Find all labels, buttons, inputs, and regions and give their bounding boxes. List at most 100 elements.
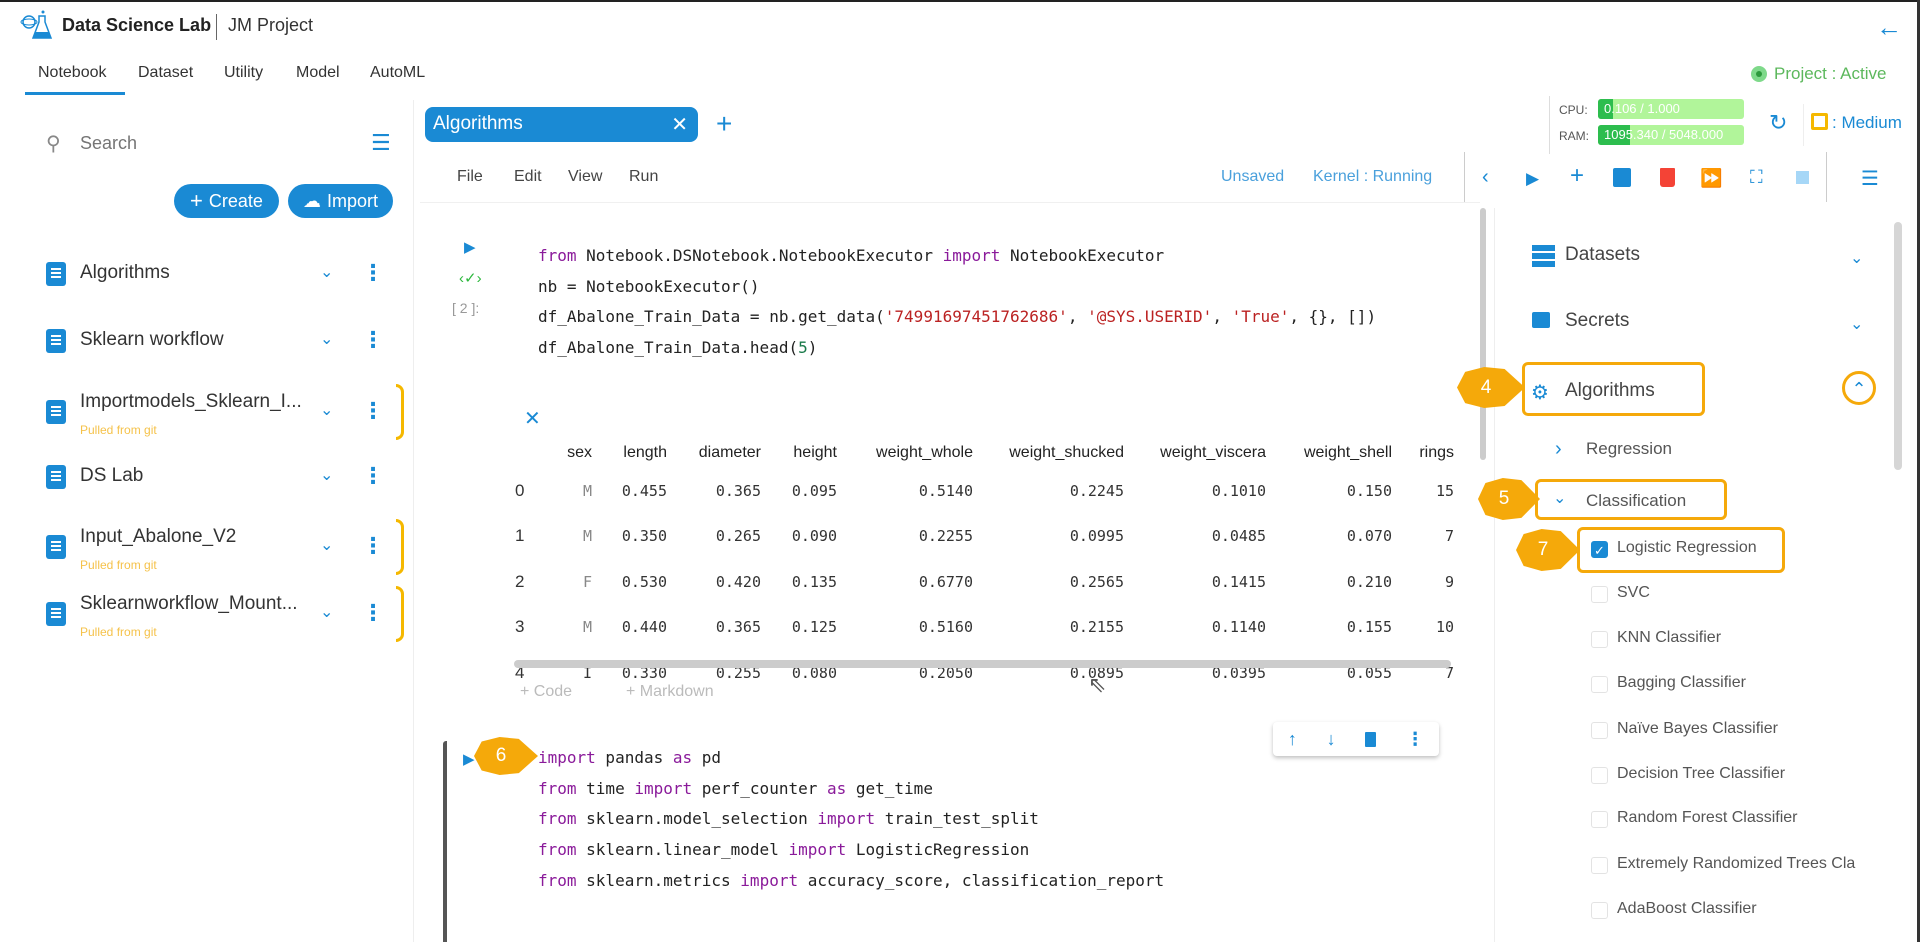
run-all-icon[interactable]: ⏩	[1700, 168, 1722, 189]
code-token: df_Abalone_Train_Data.head(	[538, 338, 799, 358]
table-cell: 0.090	[791, 527, 837, 546]
table-cell: 0.070	[1346, 527, 1392, 546]
notebook-name: Input_Abalone_V2	[80, 526, 237, 547]
code-cell-1[interactable]: from Notebook.DSNotebook.NotebookExecuto…	[538, 246, 1376, 369]
notebook-list-item[interactable]: Algorithms ⌄ ⋮	[40, 250, 400, 300]
notebook-tab-algorithms[interactable]: Algorithms ✕	[425, 107, 698, 142]
notebook-list-item[interactable]: Importmodels_Sklearn_I... Pulled from gi…	[40, 384, 404, 440]
close-tab-icon[interactable]: ✕	[671, 112, 688, 137]
back-arrow-icon[interactable]: ←	[1876, 12, 1902, 43]
add-cell-icon[interactable]: +	[1570, 162, 1584, 190]
chevron-down-icon[interactable]: ⌄	[320, 262, 333, 282]
chevron-down-icon[interactable]: ⌄	[320, 329, 333, 349]
chevron-down-icon[interactable]: ⌄	[320, 465, 333, 485]
list-menu-icon[interactable]: ☰	[371, 130, 391, 156]
table-cell: 0.440	[621, 618, 667, 637]
column-header: weight_whole	[876, 444, 973, 461]
table-cell: 3	[515, 617, 525, 637]
more-options-icon[interactable]: ⋮	[362, 260, 384, 286]
delete-icon[interactable]	[1660, 168, 1675, 187]
stop-icon[interactable]	[1796, 171, 1809, 184]
classifier-label[interactable]: Naïve Bayes Classifier	[1617, 720, 1887, 738]
chevron-down-icon[interactable]: ⌄	[320, 535, 333, 555]
panel-scrollbar[interactable]	[1894, 222, 1902, 470]
create-button[interactable]: + Create	[174, 184, 279, 218]
chevron-down-icon[interactable]: ⌄	[320, 400, 333, 420]
refresh-icon[interactable]: ↻	[1769, 110, 1787, 136]
prev-icon[interactable]: ‹	[1482, 166, 1489, 189]
tab-automl[interactable]: AutoML	[370, 64, 425, 82]
table-cell: 7	[1444, 527, 1454, 546]
classifier-checkbox[interactable]	[1591, 586, 1608, 603]
code-token: sklearn.model_selection	[576, 809, 818, 829]
run-cell-icon[interactable]: ▶	[1526, 169, 1539, 189]
classifier-checkbox[interactable]	[1591, 722, 1608, 739]
add-code-cell-button[interactable]: + Code	[520, 683, 572, 701]
clear-output-icon[interactable]: ✕	[524, 406, 541, 431]
menu-edit[interactable]: Edit	[514, 168, 542, 186]
tab-notebook[interactable]: Notebook	[38, 64, 107, 82]
code-line: from sklearn.linear_model import Logisti…	[538, 840, 1164, 871]
add-markdown-cell-button[interactable]: + Markdown	[626, 683, 714, 701]
notebook-list-item[interactable]: Input_Abalone_V2 Pulled from git ⌄ ⋮	[40, 519, 404, 575]
classifier-label[interactable]: Bagging Classifier	[1617, 674, 1887, 692]
section-datasets[interactable]: Datasets	[1565, 244, 1640, 266]
fullscreen-icon[interactable]: ⛶	[1750, 167, 1763, 188]
classifier-checkbox[interactable]	[1591, 902, 1608, 919]
classifier-label[interactable]: Extremely Randomized Trees Cla	[1617, 855, 1887, 873]
cpu-usage-bar: 0.106 / 1.000	[1598, 99, 1744, 119]
panel-menu-icon[interactable]: ☰	[1861, 166, 1879, 191]
run-cell-2-button[interactable]: ▶	[463, 750, 475, 768]
classifier-label[interactable]: KNN Classifier	[1617, 629, 1887, 647]
menu-file[interactable]: File	[457, 168, 483, 186]
chevron-right-icon[interactable]: ›	[1555, 438, 1562, 461]
notebook-tab-title: Algorithms	[433, 113, 523, 134]
notebook-list-item[interactable]: DS Lab ⌄ ⋮	[40, 453, 400, 503]
table-cell: 0.095	[791, 481, 837, 500]
move-up-icon[interactable]: ↑	[1288, 729, 1297, 750]
menu-run[interactable]: Run	[629, 168, 658, 186]
classifier-checkbox[interactable]	[1591, 631, 1608, 648]
section-secrets[interactable]: Secrets	[1565, 310, 1629, 332]
run-cell-button[interactable]: ▶	[464, 238, 476, 256]
classifier-label[interactable]: SVC	[1617, 584, 1887, 602]
chevron-down-icon[interactable]: ⌄	[1850, 248, 1863, 268]
notebook-list-item[interactable]: Sklearn workflow ⌄ ⋮	[40, 317, 400, 367]
chevron-down-icon[interactable]: ⌄	[320, 602, 333, 622]
notebook-list-item[interactable]: Sklearnworkflow_Mount... Pulled from git…	[40, 586, 404, 642]
output-horizontal-scrollbar[interactable]	[514, 660, 1451, 668]
tab-model[interactable]: Model	[296, 64, 340, 82]
more-options-icon[interactable]: ⋮	[362, 327, 384, 353]
more-options-icon[interactable]: ⋮	[362, 463, 384, 489]
chevron-down-icon[interactable]: ⌄	[1850, 314, 1863, 334]
move-down-icon[interactable]: ↓	[1327, 729, 1336, 750]
classifier-checkbox[interactable]	[1591, 811, 1608, 828]
classifier-checkbox[interactable]	[1591, 857, 1608, 874]
classifier-checkbox[interactable]	[1591, 767, 1608, 784]
table-cell: 0.365	[715, 618, 761, 637]
notebook-file-icon	[46, 535, 66, 559]
notebook-vertical-scrollbar[interactable]	[1480, 208, 1486, 460]
code-cell-2[interactable]: import pandas as pd from time import perf…	[538, 748, 1164, 901]
more-options-icon[interactable]: ⋮	[362, 600, 384, 626]
classifier-label[interactable]: Decision Tree Classifier	[1617, 765, 1887, 783]
tab-utility[interactable]: Utility	[224, 64, 263, 82]
tab-dataset[interactable]: Dataset	[138, 64, 193, 82]
classifier-label[interactable]: AdaBoost Classifier	[1617, 900, 1887, 918]
code-token: 'True'	[1231, 307, 1290, 327]
more-options-icon[interactable]: ⋮	[1406, 729, 1424, 750]
notebook-name: Algorithms	[80, 262, 170, 283]
new-tab-button[interactable]: +	[716, 108, 732, 140]
classifier-label[interactable]: Random Forest Classifier	[1617, 809, 1887, 827]
delete-cell-icon[interactable]	[1365, 731, 1377, 747]
code-token: pd	[692, 748, 722, 767]
save-icon[interactable]	[1613, 168, 1631, 187]
chevron-up-icon[interactable]: ⌃	[1842, 371, 1876, 405]
more-options-icon[interactable]: ⋮	[362, 533, 384, 559]
category-regression[interactable]: Regression	[1586, 439, 1672, 459]
more-options-icon[interactable]: ⋮	[362, 398, 384, 424]
search-input[interactable]	[80, 133, 280, 154]
menu-view[interactable]: View	[568, 168, 602, 186]
import-button[interactable]: ☁ Import	[288, 184, 393, 218]
classifier-checkbox[interactable]	[1591, 676, 1608, 693]
